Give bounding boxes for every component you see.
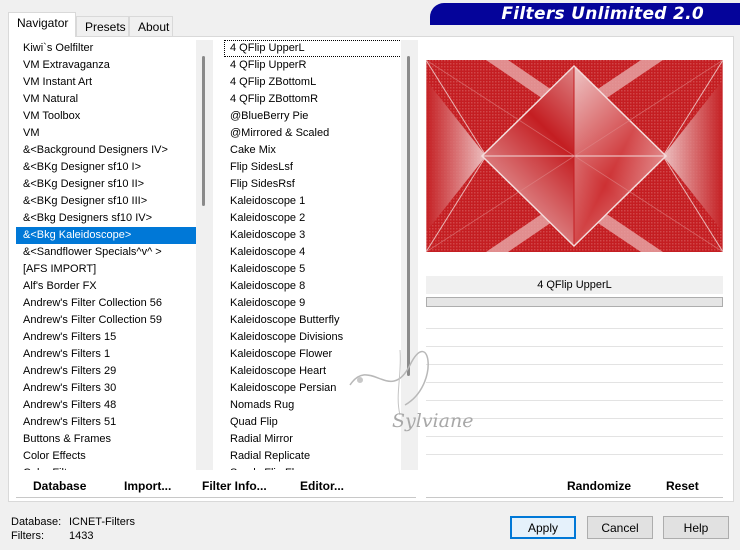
- category-item[interactable]: Color Filters: [16, 465, 208, 470]
- filter-item[interactable]: Kaleidoscope Butterfly: [224, 312, 418, 329]
- category-item[interactable]: [AFS IMPORT]: [16, 261, 208, 278]
- preview-image: [426, 60, 723, 252]
- category-scroll-thumb[interactable]: [202, 56, 205, 206]
- import-button[interactable]: Import...: [124, 478, 171, 494]
- filter-item[interactable]: Nomads Rug: [224, 397, 418, 414]
- apply-button[interactable]: Apply: [510, 516, 576, 539]
- category-item[interactable]: VM: [16, 125, 208, 142]
- filter-item[interactable]: Kaleidoscope 5: [224, 261, 418, 278]
- action-separator: [426, 497, 723, 498]
- category-item[interactable]: VM Instant Art: [16, 74, 208, 91]
- category-item[interactable]: Andrew's Filters 15: [16, 329, 208, 346]
- filter-item[interactable]: Seeds Flip Flop: [224, 465, 418, 470]
- database-button[interactable]: Database: [33, 478, 86, 494]
- category-item[interactable]: &<Sandflower Specials^v^ >: [16, 244, 208, 261]
- category-item[interactable]: VM Toolbox: [16, 108, 208, 125]
- param-row-divider: [426, 418, 723, 419]
- filter-item[interactable]: Kaleidoscope 1: [224, 193, 418, 210]
- filter-item[interactable]: Kaleidoscope 2: [224, 210, 418, 227]
- category-item[interactable]: Andrew's Filter Collection 59: [16, 312, 208, 329]
- category-item[interactable]: Color Effects: [16, 448, 208, 465]
- param-row-divider: [426, 400, 723, 401]
- tab-about[interactable]: About: [129, 16, 173, 36]
- param-row-divider: [426, 454, 723, 455]
- help-button[interactable]: Help: [663, 516, 729, 539]
- filter-item[interactable]: Kaleidoscope 3: [224, 227, 418, 244]
- filter-scrollbar[interactable]: [401, 40, 418, 470]
- database-label: Database:: [11, 516, 62, 528]
- filter-item[interactable]: Radial Mirror: [224, 431, 418, 448]
- filter-item[interactable]: Radial Replicate: [224, 448, 418, 465]
- category-item[interactable]: Kiwi`s Oelfilter: [16, 40, 208, 57]
- filter-scroll-thumb[interactable]: [407, 56, 410, 376]
- editor-button[interactable]: Editor...: [300, 478, 344, 494]
- filter-item[interactable]: 4 QFlip ZBottomL: [224, 74, 418, 91]
- category-item[interactable]: &<BKg Designer sf10 III>: [16, 193, 208, 210]
- current-filter-name: 4 QFlip UpperL: [426, 276, 723, 294]
- filter-item[interactable]: Flip SidesRsf: [224, 176, 418, 193]
- category-item[interactable]: &<BKg Designer sf10 I>: [16, 159, 208, 176]
- param-row-divider: [426, 346, 723, 347]
- filter-item[interactable]: @BlueBerry Pie: [224, 108, 418, 125]
- param-row-divider: [426, 382, 723, 383]
- filters-label: Filters:: [11, 530, 44, 542]
- filter-item[interactable]: 4 QFlip ZBottomR: [224, 91, 418, 108]
- filter-item[interactable]: Cake Mix: [224, 142, 418, 159]
- category-item[interactable]: Andrew's Filter Collection 56: [16, 295, 208, 312]
- filter-item[interactable]: @Mirrored & Scaled: [224, 125, 418, 142]
- database-value: ICNET-Filters: [69, 516, 135, 528]
- filter-item[interactable]: 4 QFlip UpperL: [224, 40, 418, 57]
- filter-item[interactable]: Kaleidoscope Heart: [224, 363, 418, 380]
- filter-item[interactable]: Kaleidoscope Divisions: [224, 329, 418, 346]
- filter-item[interactable]: Kaleidoscope Flower: [224, 346, 418, 363]
- category-item[interactable]: Andrew's Filters 48: [16, 397, 208, 414]
- category-item[interactable]: Andrew's Filters 51: [16, 414, 208, 431]
- param-row-divider: [426, 328, 723, 329]
- category-item[interactable]: &<Bkg Kaleidoscope>: [16, 227, 208, 244]
- reset-button[interactable]: Reset: [666, 478, 699, 494]
- category-item[interactable]: Andrew's Filters 1: [16, 346, 208, 363]
- filter-info-button[interactable]: Filter Info...: [202, 478, 267, 494]
- category-item[interactable]: VM Extravaganza: [16, 57, 208, 74]
- filter-item[interactable]: 4 QFlip UpperR: [224, 57, 418, 74]
- filter-list[interactable]: 4 QFlip UpperL 4 QFlip UpperR 4 QFlip ZBot…: [224, 40, 418, 470]
- filters-count: 1433: [69, 530, 94, 542]
- cancel-button[interactable]: Cancel: [587, 516, 653, 539]
- category-item[interactable]: Buttons & Frames: [16, 431, 208, 448]
- category-item[interactable]: &<Bkg Designers sf10 IV>: [16, 210, 208, 227]
- banner-title: Filters Unlimited 2.0: [501, 4, 704, 24]
- category-item[interactable]: &<Background Designers IV>: [16, 142, 208, 159]
- title-banner: Filters Unlimited 2.0: [430, 3, 740, 25]
- category-item[interactable]: Andrew's Filters 29: [16, 363, 208, 380]
- category-item[interactable]: Alf's Border FX: [16, 278, 208, 295]
- filter-item[interactable]: Flip SidesLsf: [224, 159, 418, 176]
- filter-item[interactable]: Kaleidoscope 9: [224, 295, 418, 312]
- randomize-button[interactable]: Randomize: [567, 478, 631, 494]
- filter-item[interactable]: Quad Flip: [224, 414, 418, 431]
- filter-item[interactable]: Kaleidoscope 4: [224, 244, 418, 261]
- param-row-divider: [426, 364, 723, 365]
- tab-navigator[interactable]: Navigator: [8, 12, 76, 37]
- filter-item[interactable]: Kaleidoscope Persian: [224, 380, 418, 397]
- tab-presets[interactable]: Presets: [76, 16, 129, 36]
- category-item[interactable]: VM Natural: [16, 91, 208, 108]
- category-list[interactable]: Kiwi`s Oelfilter VM Extravaganza VM Instan…: [16, 40, 208, 470]
- category-item[interactable]: &<BKg Designer sf10 II>: [16, 176, 208, 193]
- param-row-divider: [426, 436, 723, 437]
- category-item[interactable]: Andrew's Filters 30: [16, 380, 208, 397]
- category-scrollbar[interactable]: [196, 40, 213, 470]
- filter-item[interactable]: Kaleidoscope 8: [224, 278, 418, 295]
- parameter-slider[interactable]: [426, 297, 723, 307]
- action-separator: [16, 497, 416, 498]
